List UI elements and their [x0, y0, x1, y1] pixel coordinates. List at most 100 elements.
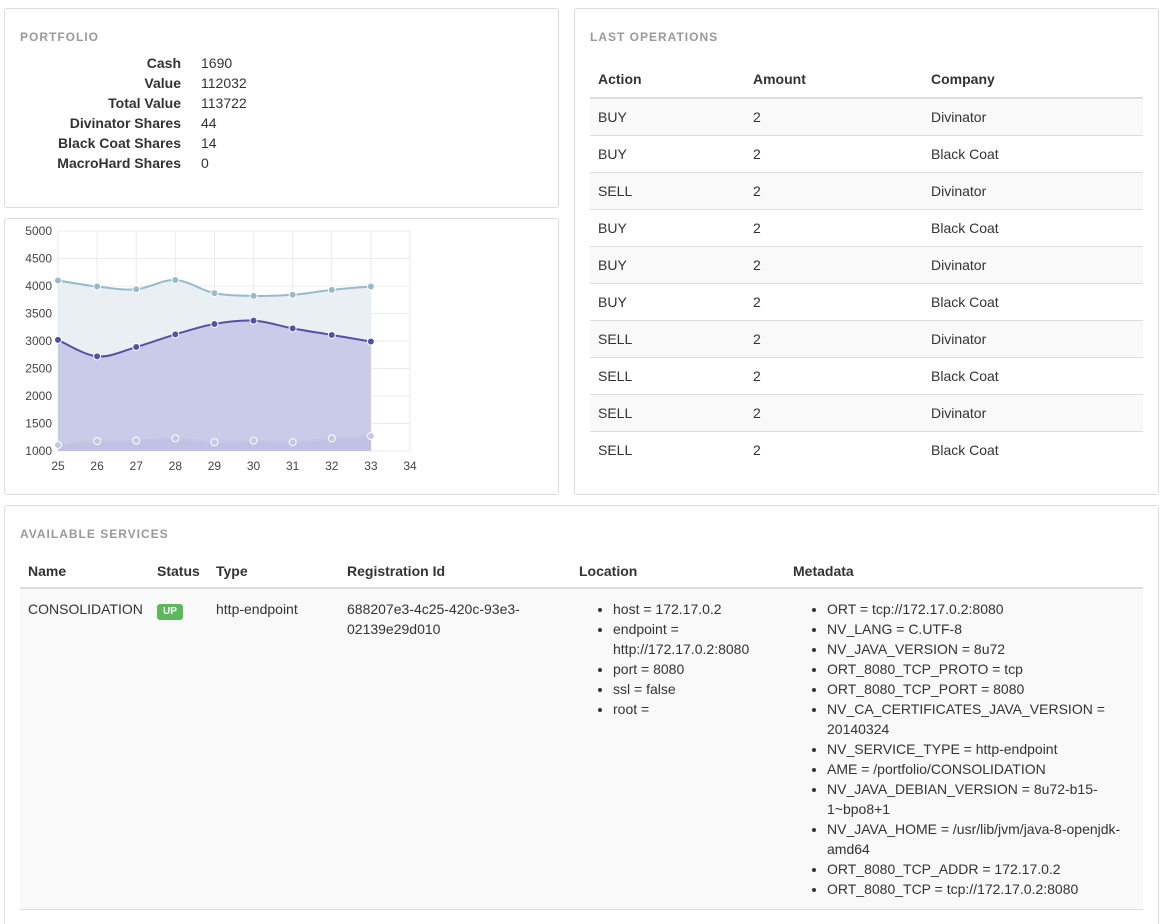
table-row: BUY 2 Black Coat [590, 282, 1143, 320]
operation-company: Black Coat [923, 208, 1143, 246]
available-services-title: AVAILABLE SERVICES [20, 527, 169, 541]
x-tick-label: 32 [325, 459, 339, 473]
operation-amount: 2 [745, 282, 923, 320]
series-1-point [54, 276, 62, 285]
series-1-point [249, 291, 258, 300]
table-row: SELL 2 Black Coat [590, 356, 1143, 394]
table-row: BUY 2 Black Coat [590, 134, 1143, 172]
operation-action: SELL [590, 356, 745, 394]
series-1-point [93, 282, 102, 291]
x-tick-label: 29 [208, 459, 222, 473]
operation-company: Divinator [923, 245, 1143, 283]
series-3-point [327, 434, 336, 443]
portfolio-row-value: Value 112032 [5, 75, 305, 95]
operation-action: BUY [590, 134, 745, 172]
operation-company: Black Coat [923, 134, 1143, 172]
operation-amount: 2 [745, 171, 923, 209]
column-header-metadata: Metadata [785, 554, 1143, 589]
operation-company: Divinator [923, 171, 1143, 209]
operation-company: Divinator [923, 319, 1143, 357]
list-item: AME = /portfolio/CONSOLIDATION [827, 759, 1131, 779]
y-tick-label: 2500 [25, 362, 52, 376]
table-row: SELL 2 Divinator [590, 393, 1143, 431]
column-header-location: Location [571, 554, 785, 589]
metadata-list: ORT = tcp://172.17.0.2:8080 NV_LANG = C.… [805, 599, 1131, 899]
series-2-point [327, 330, 336, 339]
operation-amount: 2 [745, 245, 923, 283]
y-tick-label: 1000 [25, 444, 52, 458]
x-tick-label: 25 [51, 459, 65, 473]
portfolio-panel: PORTFOLIO Cash 1690 Value 112032 Total V… [4, 8, 559, 208]
operation-action: SELL [590, 319, 745, 357]
portfolio-value: 0 [201, 155, 209, 171]
operation-amount: 2 [745, 356, 923, 394]
service-name: CONSOLIDATION [20, 588, 149, 910]
service-status-cell: UP [149, 588, 208, 910]
operation-company: Black Coat [923, 282, 1143, 320]
portfolio-key: MacroHard Shares [57, 155, 181, 171]
series-2-point [249, 316, 258, 325]
portfolio-key: Black Coat Shares [58, 135, 181, 151]
list-item: NV_SERVICE_TYPE = http-endpoint [827, 739, 1131, 759]
x-tick-label: 28 [169, 459, 183, 473]
series-3-point [93, 437, 102, 446]
operation-action: BUY [590, 97, 745, 135]
series-2-point [288, 324, 297, 333]
series-1-point [132, 285, 141, 294]
x-tick-label: 30 [247, 459, 261, 473]
list-item: ORT_8080_TCP = tcp://172.17.0.2:8080 [827, 879, 1131, 899]
x-tick-label: 33 [364, 459, 378, 473]
service-metadata: ORT = tcp://172.17.0.2:8080 NV_LANG = C.… [785, 588, 1143, 910]
table-row: BUY 2 Divinator [590, 245, 1143, 283]
operation-action: SELL [590, 393, 745, 431]
x-tick-label: 27 [130, 459, 144, 473]
operation-company: Divinator [923, 393, 1143, 431]
portfolio-key: Total Value [108, 95, 181, 111]
operation-action: BUY [590, 208, 745, 246]
table-row: SELL 2 Divinator [590, 319, 1143, 357]
x-tick-label: 26 [90, 459, 104, 473]
portfolio-row-macrohard-shares: MacroHard Shares 0 [5, 155, 305, 175]
operation-company: Black Coat [923, 430, 1143, 468]
column-header-name: Name [20, 554, 149, 589]
operations-table: Action Amount Company BUY 2 Divinator BU… [590, 61, 1143, 468]
series-2-point [93, 352, 102, 361]
list-item: host = 172.17.0.2 [613, 599, 785, 619]
list-item: ORT_8080_TCP_PROTO = tcp [827, 659, 1131, 679]
table-row: CONSOLIDATION UP http-endpoint 688207e3-… [20, 588, 1143, 910]
column-header-status: Status [149, 554, 208, 589]
operation-company: Divinator [923, 97, 1143, 135]
portfolio-chart: 1000 1500 2000 2500 3000 3500 4000 4500 5000 25 26… [25, 224, 417, 473]
operation-amount: 2 [745, 208, 923, 246]
table-row: SELL 2 Black Coat [590, 430, 1143, 468]
list-item: NV_JAVA_HOME = /usr/lib/jvm/java-8-openj… [827, 819, 1131, 859]
list-item: NV_JAVA_DEBIAN_VERSION = 8u72-b15-1~bpo8… [827, 779, 1131, 819]
portfolio-title: PORTFOLIO [20, 30, 99, 44]
list-item: ORT_8080_TCP_PORT = 8080 [827, 679, 1131, 699]
portfolio-key: Cash [146, 55, 181, 71]
y-tick-label: 4500 [25, 252, 52, 266]
portfolio-chart-panel: 1000 1500 2000 2500 3000 3500 4000 4500 5000 25 26… [4, 218, 559, 495]
list-item: NV_CA_CERTIFICATES_JAVA_VERSION = 201403… [827, 699, 1131, 739]
portfolio-row-cash: Cash 1690 [5, 55, 305, 75]
service-location: host = 172.17.0.2 endpoint = http://172.… [571, 588, 785, 910]
list-item: root = [613, 699, 785, 719]
last-operations-panel: LAST OPERATIONS Action Amount Company BU… [574, 8, 1159, 495]
series-2-point [210, 319, 219, 328]
services-table: Name Status Type Registration Id Locatio… [20, 554, 1143, 910]
portfolio-summary: Cash 1690 Value 112032 Total Value 11372… [5, 55, 305, 175]
series-3-point [54, 440, 62, 449]
portfolio-value: 1690 [201, 55, 233, 71]
list-item: ssl = false [613, 679, 785, 699]
column-header-type: Type [208, 554, 339, 589]
series-1-point [210, 289, 219, 298]
series-2-point [171, 330, 180, 339]
list-item: NV_LANG = C.UTF-8 [827, 619, 1131, 639]
column-header-action: Action [590, 61, 745, 99]
operation-company: Black Coat [923, 356, 1143, 394]
operation-amount: 2 [745, 393, 923, 431]
operation-amount: 2 [745, 97, 923, 135]
available-services-panel: AVAILABLE SERVICES Name Status Type Regi… [4, 505, 1159, 924]
operation-action: SELL [590, 171, 745, 209]
portfolio-key: Divinator Shares [69, 115, 181, 131]
